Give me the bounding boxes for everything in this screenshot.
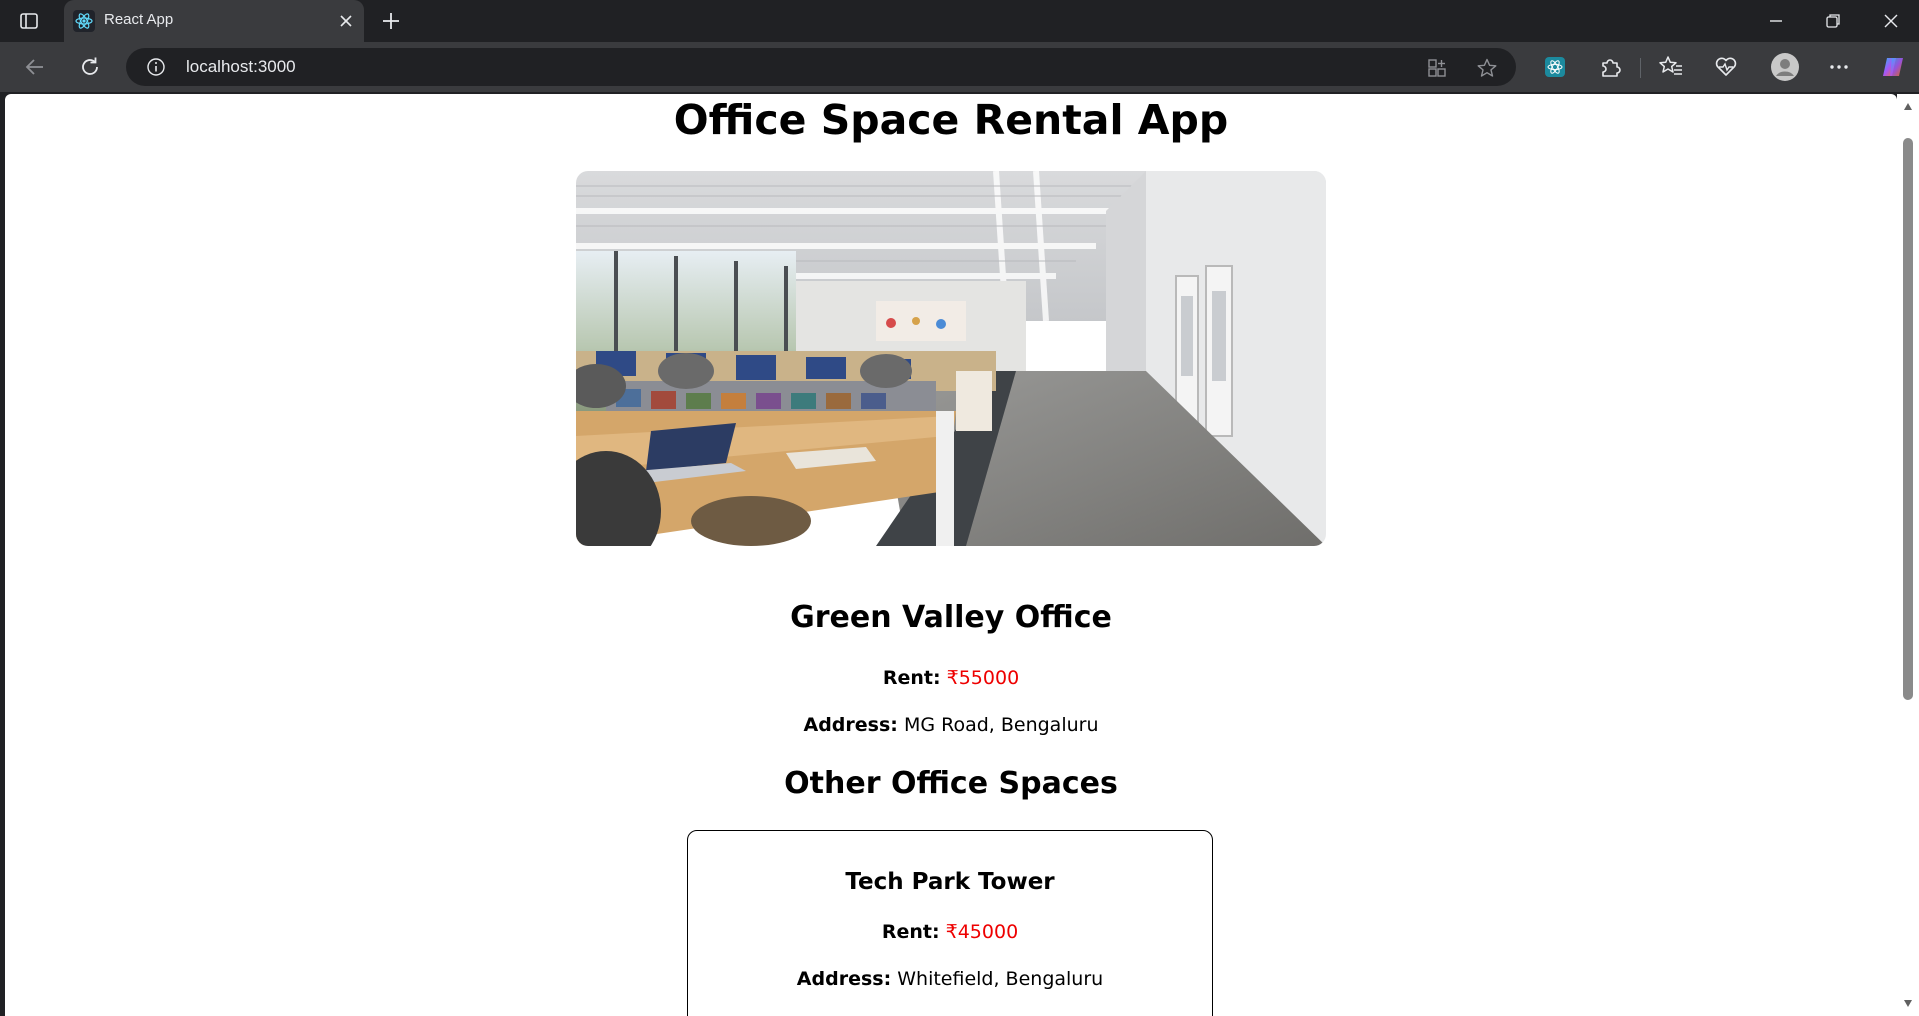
tab-actions-icon[interactable] (18, 10, 40, 32)
react-icon (73, 10, 95, 32)
star-icon[interactable] (1476, 57, 1498, 79)
scroll-down-icon[interactable] (1903, 998, 1913, 1008)
puzzle-icon[interactable] (1597, 54, 1623, 80)
address-label: Address: (803, 714, 898, 736)
address-value: MG Road, Bengaluru (903, 714, 1099, 736)
rent-label: Rent: (881, 921, 940, 943)
office-card-name: Tech Park Tower (845, 869, 1055, 895)
rent-value: ₹45000 (945, 921, 1019, 943)
reload-icon[interactable] (77, 54, 103, 80)
split-screen-icon[interactable] (1426, 57, 1448, 79)
heart-pulse-icon[interactable] (1713, 54, 1739, 80)
page-title: Office Space Rental App (673, 96, 1229, 144)
scroll-up-icon[interactable] (1903, 102, 1913, 112)
scroll-thumb[interactable] (1903, 138, 1913, 700)
rent-label: Rent: (882, 667, 941, 689)
rent-value: ₹55000 (946, 667, 1020, 689)
page-viewport: Office Space Rental App Green Valley Off… (5, 94, 1897, 1016)
featured-office-name: Green Valley Office (790, 600, 1112, 635)
restore-icon[interactable] (1821, 10, 1845, 32)
browser-toolbar: localhost:3000 (0, 42, 1919, 92)
tab-react-app[interactable]: React App (64, 0, 364, 42)
office-photo (576, 171, 1326, 546)
address-label: Address: (796, 968, 892, 990)
back-arrow-icon[interactable] (22, 54, 48, 80)
url-text: localhost:3000 (186, 57, 296, 76)
address-bar[interactable]: localhost:3000 (126, 48, 1516, 86)
extension-app-icon[interactable] (1542, 54, 1568, 80)
more-icon[interactable] (1826, 54, 1852, 80)
info-icon[interactable] (146, 57, 166, 77)
featured-address: Address: MG Road, Bengaluru (5, 714, 1897, 736)
avatar-icon[interactable] (1770, 52, 1800, 82)
favorites-icon[interactable] (1658, 54, 1684, 80)
office-card: Tech Park Tower Rent: ₹45000 Address: Wh… (687, 830, 1213, 1016)
other-offices-heading: Other Office Spaces (784, 766, 1118, 801)
tab-strip: React App (0, 0, 1919, 42)
copilot-icon[interactable] (1880, 54, 1906, 80)
toolbar-divider (1640, 58, 1641, 78)
close-window-icon[interactable] (1879, 10, 1903, 32)
address-value: Whitefield, Bengaluru (897, 968, 1104, 990)
plus-icon[interactable] (380, 10, 402, 32)
office-card-rent: Rent: ₹45000 (688, 921, 1212, 943)
tab-title: React App (104, 11, 174, 28)
minimize-icon[interactable] (1764, 10, 1788, 32)
close-icon[interactable] (336, 11, 356, 31)
page-scrollbar[interactable] (1897, 94, 1919, 1016)
featured-rent: Rent: ₹55000 (5, 667, 1897, 689)
office-card-address: Address: Whitefield, Bengaluru (688, 968, 1212, 990)
